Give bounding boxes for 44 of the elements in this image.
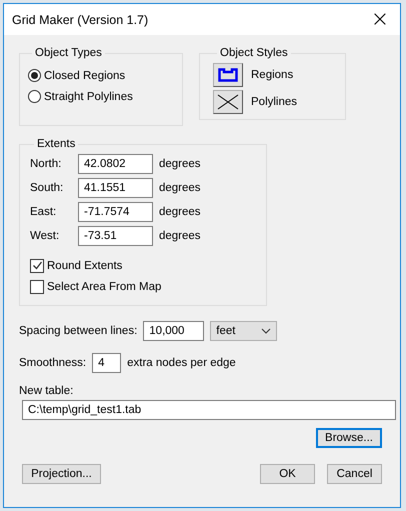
window-title: Grid Maker (Version 1.7) bbox=[12, 12, 148, 26]
field-label: East: bbox=[30, 206, 58, 218]
checkbox[interactable] bbox=[30, 280, 44, 294]
field-label: South: bbox=[30, 182, 64, 194]
radio-button[interactable] bbox=[28, 69, 41, 82]
input-field[interactable]: 4 bbox=[92, 353, 122, 373]
input-field[interactable]: -71.7574 bbox=[78, 202, 153, 222]
projection-button[interactable]: Projection... bbox=[22, 464, 101, 484]
unit-label: degrees bbox=[159, 158, 201, 170]
dialog-button[interactable]: OK bbox=[260, 464, 315, 484]
group-title: Extents bbox=[36, 138, 76, 150]
style-label: Polylines bbox=[251, 96, 298, 108]
field-label: Spacing between lines: bbox=[19, 325, 138, 337]
radio-label: Straight Polylines bbox=[44, 90, 133, 102]
region-icon bbox=[218, 68, 238, 82]
field-label: West: bbox=[30, 230, 60, 242]
browse-button[interactable]: Browse... bbox=[316, 428, 382, 448]
polyline-style-button[interactable] bbox=[213, 90, 243, 114]
field-suffix: extra nodes per edge bbox=[127, 357, 236, 369]
unit-dropdown[interactable]: feet bbox=[210, 321, 278, 341]
input-field[interactable]: -73.51 bbox=[78, 226, 153, 246]
field-label: Smoothness: bbox=[19, 357, 86, 369]
group-title: Object Styles bbox=[219, 47, 289, 59]
group-title: Object Types bbox=[34, 47, 103, 59]
radio-label: Closed Regions bbox=[44, 70, 126, 82]
chevron-down-icon bbox=[261, 328, 272, 334]
radio-button[interactable] bbox=[28, 90, 41, 103]
checkbox-label: Round Extents bbox=[47, 260, 122, 272]
style-label: Regions bbox=[251, 69, 294, 81]
checkbox-label: Select Area From Map bbox=[47, 280, 162, 292]
input-field[interactable]: 42.0802 bbox=[78, 154, 153, 174]
input-field[interactable]: C:\temp\grid_test1.tab bbox=[22, 400, 396, 420]
input-field[interactable]: 10,000 bbox=[143, 321, 204, 341]
field-label: New table: bbox=[19, 385, 74, 397]
field-label: North: bbox=[30, 158, 62, 170]
close-button[interactable]: × bbox=[360, 4, 400, 34]
region-style-button[interactable] bbox=[213, 63, 243, 87]
input-field[interactable]: 41.1551 bbox=[78, 178, 153, 198]
unit-label: degrees bbox=[159, 206, 201, 218]
cross-icon bbox=[217, 94, 239, 110]
dialog-button[interactable]: Cancel bbox=[327, 464, 382, 484]
unit-label: degrees bbox=[159, 182, 201, 194]
unit-label: degrees bbox=[159, 230, 201, 242]
checkbox[interactable] bbox=[30, 258, 44, 272]
